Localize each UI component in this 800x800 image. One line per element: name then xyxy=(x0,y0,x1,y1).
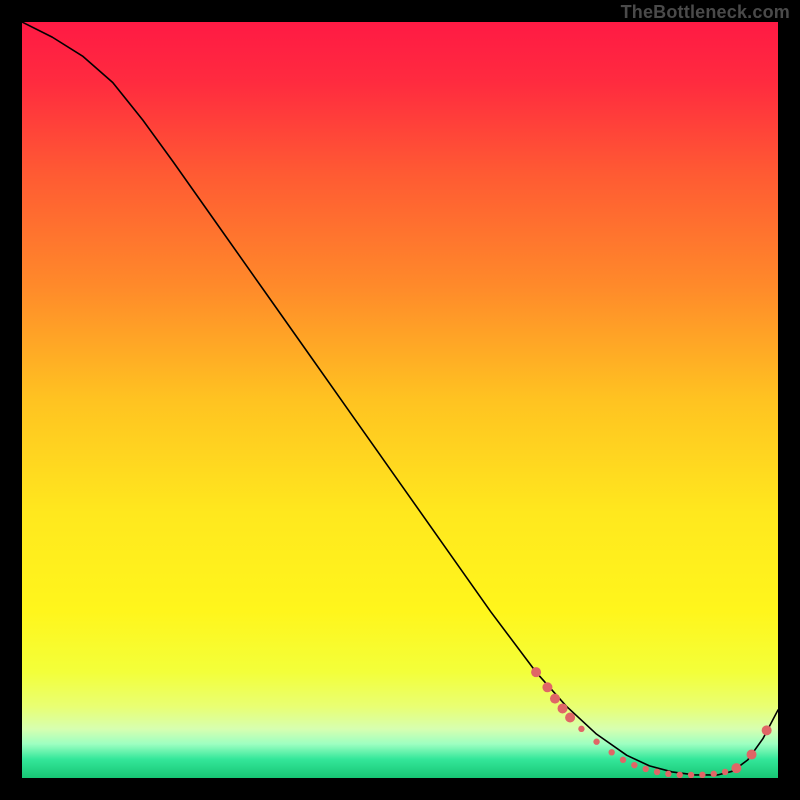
watermark-text: TheBottleneck.com xyxy=(621,2,790,23)
plot-area xyxy=(22,22,778,778)
chart-frame: TheBottleneck.com xyxy=(0,0,800,800)
chart-svg xyxy=(22,22,778,778)
